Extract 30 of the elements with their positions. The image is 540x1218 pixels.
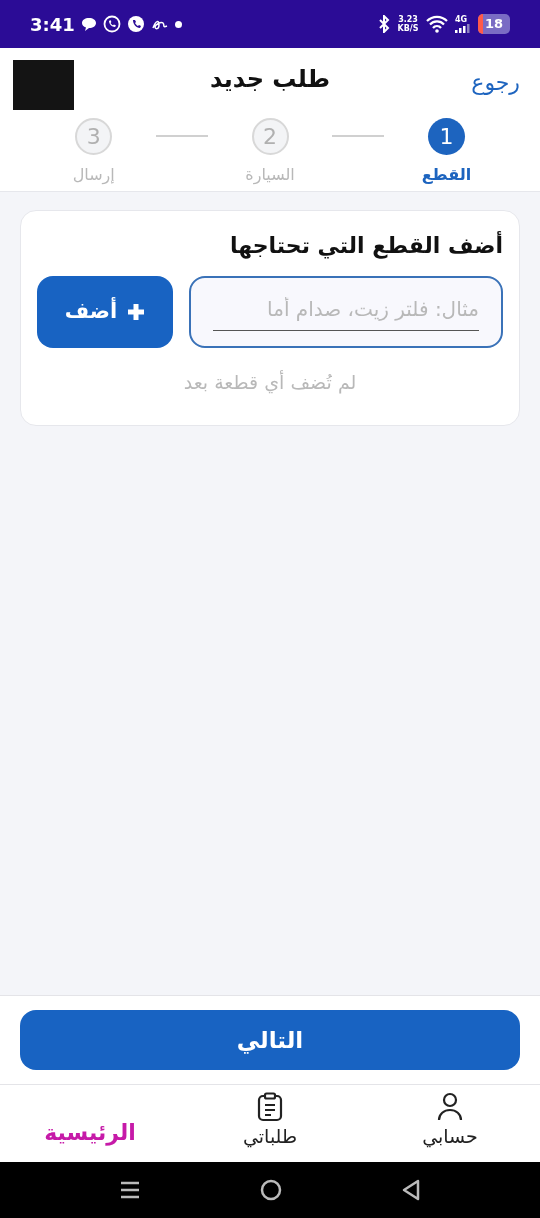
person-icon xyxy=(437,1092,463,1122)
back-triangle-icon[interactable] xyxy=(402,1179,420,1201)
add-button[interactable]: أضف xyxy=(37,276,173,348)
clipboard-icon xyxy=(257,1092,283,1122)
next-button[interactable]: التالي xyxy=(20,1010,520,1070)
chat-bubble-icon xyxy=(80,16,97,32)
back-link[interactable]: رجوع xyxy=(471,66,520,99)
script-icon xyxy=(150,18,169,30)
plus-icon xyxy=(127,303,146,321)
phone-bubble-icon xyxy=(102,15,121,33)
nav-tab[interactable]: حسابي xyxy=(375,1088,525,1159)
network-speed: 3.23 KB/S xyxy=(397,15,419,33)
step-label: إرسال xyxy=(72,164,115,187)
page-title: طلب جديد xyxy=(209,64,331,95)
signal-icon xyxy=(455,24,471,33)
bluetooth-icon xyxy=(378,15,390,33)
battery-indicator: 18 xyxy=(478,14,510,34)
network-type: 4G xyxy=(455,15,468,24)
phone-circle-icon xyxy=(126,15,145,33)
redacted-block xyxy=(13,60,74,110)
nav-tab[interactable]: طلباتي xyxy=(195,1088,345,1159)
clock-time: 3:41 xyxy=(30,12,75,37)
card-title: أضف القطع التي تحتاجها xyxy=(228,230,503,261)
nav-tab[interactable]: الرئيسية xyxy=(15,1088,165,1159)
step-label: القطع xyxy=(421,164,472,186)
empty-message: لم تُضف أي قطعة بعد xyxy=(182,369,358,396)
step-label: السيارة xyxy=(245,164,295,187)
menu-icon[interactable] xyxy=(120,1180,140,1200)
home-circle-icon[interactable] xyxy=(260,1179,282,1201)
wifi-icon xyxy=(426,15,448,33)
